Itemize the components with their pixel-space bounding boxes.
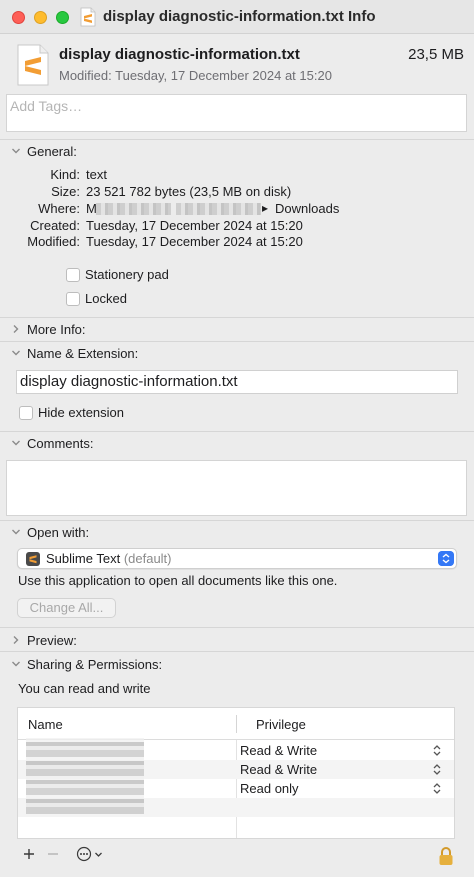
- where-value-folder: Downloads: [275, 201, 340, 216]
- section-more-info-label: More Info:: [27, 321, 86, 337]
- section-open-with-toggle[interactable]: Open with:: [10, 523, 89, 541]
- path-arrow-icon: ▸: [262, 201, 269, 215]
- open-with-default-suffix: (default): [123, 551, 172, 566]
- section-name-extension-label: Name & Extension:: [27, 345, 139, 361]
- chevron-down-icon: [12, 148, 20, 154]
- divider: [0, 627, 474, 628]
- size-value: 23 521 782 bytes (23,5 MB on disk): [86, 184, 292, 199]
- kind-label: Kind:: [50, 167, 80, 182]
- minimize-window-button[interactable]: [34, 11, 47, 24]
- divider: [0, 317, 474, 318]
- sharing-summary: You can read and write: [18, 681, 151, 696]
- hide-extension-checkbox[interactable]: [19, 406, 33, 420]
- section-sharing-label: Sharing & Permissions:: [27, 656, 163, 672]
- open-with-app-popup[interactable]: Sublime Text (default): [17, 548, 457, 569]
- sublime-file-icon: [17, 44, 49, 86]
- privilege-value[interactable]: Read only: [240, 781, 299, 796]
- close-window-button[interactable]: [12, 11, 25, 24]
- remove-user-button[interactable]: [43, 844, 63, 864]
- lock-icon[interactable]: [438, 846, 454, 866]
- section-sharing-toggle[interactable]: Sharing & Permissions:: [10, 655, 162, 673]
- section-open-with-label: Open with:: [27, 524, 90, 540]
- size-label: Size:: [51, 184, 80, 199]
- plus-icon: [24, 849, 34, 859]
- created-value: Tuesday, 17 December 2024 at 15:20: [86, 218, 303, 233]
- ellipsis-circle-icon: [76, 846, 91, 862]
- section-general-toggle[interactable]: General:: [10, 142, 77, 160]
- divider: [0, 139, 474, 140]
- zoom-window-button[interactable]: [56, 11, 69, 24]
- file-size: 23,5 MB: [408, 46, 464, 63]
- chevron-down-icon: [12, 440, 20, 446]
- section-general-label: General:: [27, 143, 77, 159]
- privilege-value[interactable]: Read & Write: [240, 762, 317, 777]
- window-title: display diagnostic-information.txt Info: [103, 8, 376, 25]
- sublime-file-icon: [80, 7, 96, 27]
- open-with-app-name: Sublime Text: [46, 551, 121, 566]
- add-user-button[interactable]: [19, 844, 39, 864]
- section-name-extension-toggle[interactable]: Name & Extension:: [10, 344, 138, 362]
- kind-value: text: [86, 167, 107, 182]
- created-label: Created:: [30, 218, 80, 233]
- minus-icon: [48, 853, 58, 855]
- section-comments-toggle[interactable]: Comments:: [10, 434, 93, 452]
- open-with-app-label: Sublime Text (default): [46, 551, 172, 566]
- chevron-up-down-icon[interactable]: [432, 744, 442, 757]
- locked-checkbox[interactable]: [66, 292, 80, 306]
- permissions-table-header: Name Privilege: [18, 708, 454, 740]
- permissions-table: Name Privilege Read & Write Read & Write…: [17, 707, 455, 839]
- file-name-field[interactable]: display diagnostic-information.txt: [16, 370, 458, 394]
- divider: [0, 341, 474, 342]
- tags-input[interactable]: Add Tags…: [6, 94, 467, 132]
- redacted-user-names: [26, 738, 144, 814]
- section-preview-toggle[interactable]: Preview:: [10, 631, 77, 649]
- redacted-path: [96, 203, 171, 215]
- comments-textarea[interactable]: [6, 460, 467, 516]
- file-name: display diagnostic-information.txt: [59, 46, 300, 63]
- file-name-field-value: display diagnostic-information.txt: [20, 373, 238, 390]
- divider: [0, 651, 474, 652]
- hide-extension-label: Hide extension: [38, 405, 124, 420]
- where-label: Where:: [38, 201, 80, 216]
- modified-value: Tuesday, 17 December 2024 at 15:20: [86, 234, 303, 249]
- privilege-value[interactable]: Read & Write: [240, 743, 317, 758]
- chevron-right-icon: [13, 636, 19, 644]
- divider: [0, 431, 474, 432]
- section-comments-label: Comments:: [27, 435, 94, 451]
- chevron-up-down-icon[interactable]: [432, 782, 442, 795]
- chevron-down-icon: [94, 852, 102, 857]
- chevron-down-icon: [12, 529, 20, 535]
- column-header-privilege[interactable]: Privilege: [256, 717, 306, 732]
- divider: [0, 520, 474, 521]
- change-all-button[interactable]: Change All...: [17, 598, 116, 618]
- chevron-up-down-icon: [438, 551, 454, 566]
- title-bar: display diagnostic-information.txt Info: [0, 0, 474, 34]
- section-more-info-toggle[interactable]: More Info:: [10, 320, 86, 338]
- table-row: [18, 817, 454, 838]
- column-separator: [236, 715, 237, 733]
- chevron-up-down-icon[interactable]: [432, 763, 442, 776]
- file-modified-date: Modified: Tuesday, 17 December 2024 at 1…: [59, 68, 332, 83]
- open-with-description: Use this application to open all documen…: [18, 573, 338, 588]
- redacted-path: [176, 203, 261, 215]
- locked-label: Locked: [85, 291, 127, 306]
- chevron-down-icon: [12, 661, 20, 667]
- action-menu-button[interactable]: [71, 844, 107, 864]
- stationery-pad-label: Stationery pad: [85, 267, 169, 282]
- stationery-pad-checkbox[interactable]: [66, 268, 80, 282]
- modified-label: Modified:: [27, 234, 80, 249]
- section-preview-label: Preview:: [27, 632, 77, 648]
- chevron-right-icon: [13, 325, 19, 333]
- column-header-name[interactable]: Name: [28, 717, 63, 732]
- sublime-text-app-icon: [26, 552, 40, 566]
- chevron-down-icon: [12, 350, 20, 356]
- tags-placeholder: Add Tags…: [10, 98, 83, 114]
